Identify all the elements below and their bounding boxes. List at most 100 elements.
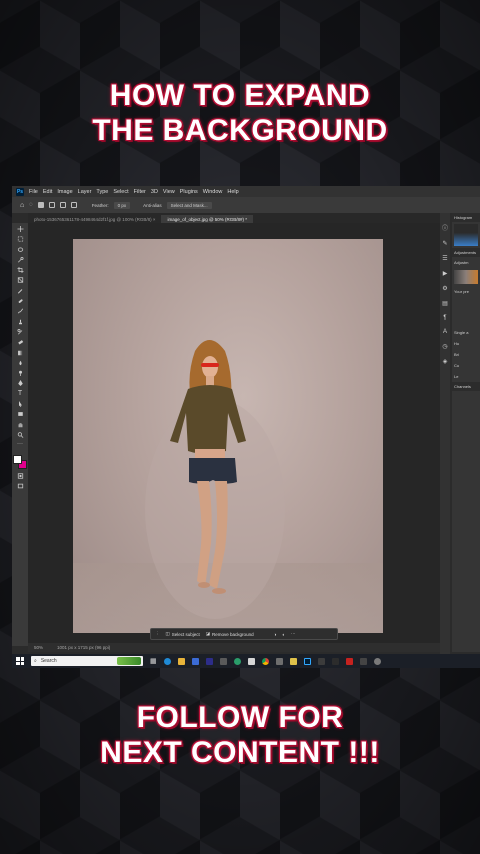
settings-icon[interactable]: ◐	[282, 632, 285, 637]
subtract-selection-icon[interactable]	[59, 202, 66, 208]
history-brush-tool-icon[interactable]	[17, 328, 24, 335]
screen-mode-icon[interactable]	[17, 483, 24, 489]
photoshop-taskbar-icon[interactable]	[303, 657, 311, 665]
select-and-mask-button[interactable]: Select and Mask...	[166, 201, 212, 209]
tab-document-2[interactable]: image_of_object.jpg @ 50% (RGB/8#) *	[161, 215, 254, 223]
document-image[interactable]	[73, 239, 383, 633]
chrome-icon[interactable]	[261, 657, 269, 665]
taskbar-search-input[interactable]: ⌕ Search	[31, 656, 143, 666]
frame-tool-icon[interactable]	[17, 277, 24, 284]
menu-3d[interactable]: 3D	[151, 189, 158, 195]
brightness-item[interactable]: Bri	[452, 349, 480, 360]
zoom-tool-icon[interactable]	[17, 432, 24, 438]
file-explorer-icon[interactable]	[177, 657, 185, 665]
character-icon[interactable]: A	[443, 329, 447, 335]
history-icon[interactable]: ◷	[442, 343, 447, 350]
adjustments-panel-title[interactable]: Adjustments	[452, 248, 480, 257]
gradient-tool-icon[interactable]	[17, 350, 24, 356]
menu-window[interactable]: Window	[203, 189, 223, 195]
lasso-tool-icon[interactable]	[17, 247, 24, 253]
hue-saturation-item[interactable]: Hu	[452, 338, 480, 349]
layers-icon[interactable]: ◈	[443, 358, 448, 365]
rectangle-tool-icon[interactable]	[17, 411, 24, 417]
app-icon-11[interactable]	[359, 657, 367, 665]
paragraph-icon[interactable]: ¶	[443, 315, 446, 321]
curves-item[interactable]: Cu	[452, 360, 480, 371]
edge-browser-icon[interactable]	[163, 657, 171, 665]
brush-settings-icon[interactable]: ✎	[442, 240, 447, 247]
app-icon-10[interactable]	[345, 657, 353, 665]
quick-selection-tool-icon[interactable]	[17, 256, 24, 263]
add-selection-icon[interactable]	[48, 202, 55, 208]
clone-stamp-tool-icon[interactable]	[17, 319, 24, 325]
play-actions-icon[interactable]: ▶	[443, 270, 448, 277]
healing-brush-tool-icon[interactable]	[17, 298, 24, 304]
app-icon-5[interactable]	[247, 657, 255, 665]
properties-icon[interactable]: ☰	[442, 255, 447, 262]
remove-background-button[interactable]: ◪ Remove background	[206, 631, 254, 637]
mask-icon[interactable]: ◑	[274, 632, 277, 637]
menu-type[interactable]: Type	[96, 189, 108, 195]
task-view-icon[interactable]: ▦	[150, 657, 157, 665]
app-icon-4[interactable]	[233, 657, 241, 665]
menu-plugins[interactable]: Plugins	[180, 189, 198, 195]
hand-tool-icon[interactable]	[17, 422, 24, 428]
channels-panel-title[interactable]: Channels	[452, 382, 480, 391]
quick-mask-icon[interactable]	[17, 473, 24, 479]
menu-edit[interactable]: Edit	[43, 189, 52, 195]
pen-tool-icon[interactable]	[17, 380, 24, 387]
home-icon[interactable]: ⌂	[20, 202, 24, 209]
menu-select[interactable]: Select	[113, 189, 128, 195]
menu-view[interactable]: View	[163, 189, 175, 195]
marquee-tool-icon[interactable]	[17, 236, 24, 242]
path-selection-tool-icon[interactable]	[17, 401, 24, 408]
app-icon-9[interactable]	[331, 657, 339, 665]
app-icon-12[interactable]	[373, 657, 381, 665]
app-icon-6[interactable]	[275, 657, 283, 665]
eraser-tool-icon[interactable]	[17, 339, 24, 345]
tab-document-1[interactable]: photo-1536765361178-4498464d2f1f.jpg @ 1…	[28, 215, 161, 223]
adjust-icon[interactable]: ⚙	[442, 285, 447, 292]
drag-handle-icon[interactable]: ⋮	[155, 631, 160, 637]
libraries-icon[interactable]: ▤	[442, 300, 448, 307]
levels-item[interactable]: Le	[452, 371, 480, 382]
blur-tool-icon[interactable]	[17, 360, 24, 366]
lasso-tool-icon[interactable]: ◌	[29, 202, 33, 208]
app-icon-7[interactable]	[289, 657, 297, 665]
canvas-area[interactable]: ⋮ ◫ Select subject ◪ Remove background ◑…	[28, 223, 440, 643]
brush-tool-icon[interactable]	[17, 308, 24, 314]
app-icon-2[interactable]	[205, 657, 213, 665]
type-tool-icon[interactable]: T	[17, 390, 24, 397]
menu-file[interactable]: File	[29, 189, 38, 195]
more-options-icon[interactable]: ⋯	[291, 631, 296, 637]
more-tools-icon[interactable]: ···	[17, 441, 24, 448]
histogram-panel-title[interactable]: Histogram	[452, 213, 480, 222]
intersect-selection-icon[interactable]	[70, 202, 77, 208]
feather-label: Feather:	[91, 202, 109, 208]
right-panels: Histogram Adjustments Adjustm Your pre S…	[452, 213, 480, 652]
single-adjustments-heading: Single a	[454, 330, 469, 335]
contextual-task-bar: ⋮ ◫ Select subject ◪ Remove background ◑…	[150, 628, 338, 640]
eyedropper-tool-icon[interactable]	[17, 288, 24, 294]
menu-help[interactable]: Help	[227, 189, 238, 195]
menu-image[interactable]: Image	[57, 189, 72, 195]
dodge-tool-icon[interactable]	[17, 370, 24, 377]
zoom-level[interactable]: 50%	[34, 645, 43, 650]
woman-figure	[145, 340, 285, 619]
app-icon-3[interactable]	[219, 657, 227, 665]
color-swatches[interactable]	[13, 454, 27, 469]
select-subject-button[interactable]: ◫ Select subject	[166, 631, 200, 637]
adjustment-presets-thumbnail[interactable]	[454, 270, 478, 284]
app-icon-1[interactable]	[191, 657, 199, 665]
crop-tool-icon[interactable]	[17, 267, 24, 274]
feather-input[interactable]: 0 px	[113, 201, 131, 209]
move-tool-icon[interactable]	[17, 226, 24, 232]
windows-start-icon[interactable]	[16, 657, 24, 665]
menu-layer[interactable]: Layer	[78, 189, 92, 195]
anti-alias-checkbox[interactable]: Anti-alias	[143, 203, 162, 208]
new-selection-icon[interactable]	[37, 202, 44, 208]
info-icon[interactable]: ⓘ	[442, 223, 448, 232]
app-icon-8[interactable]	[317, 657, 325, 665]
menu-filter[interactable]: Filter	[134, 189, 146, 195]
foreground-color-swatch[interactable]	[13, 454, 22, 464]
